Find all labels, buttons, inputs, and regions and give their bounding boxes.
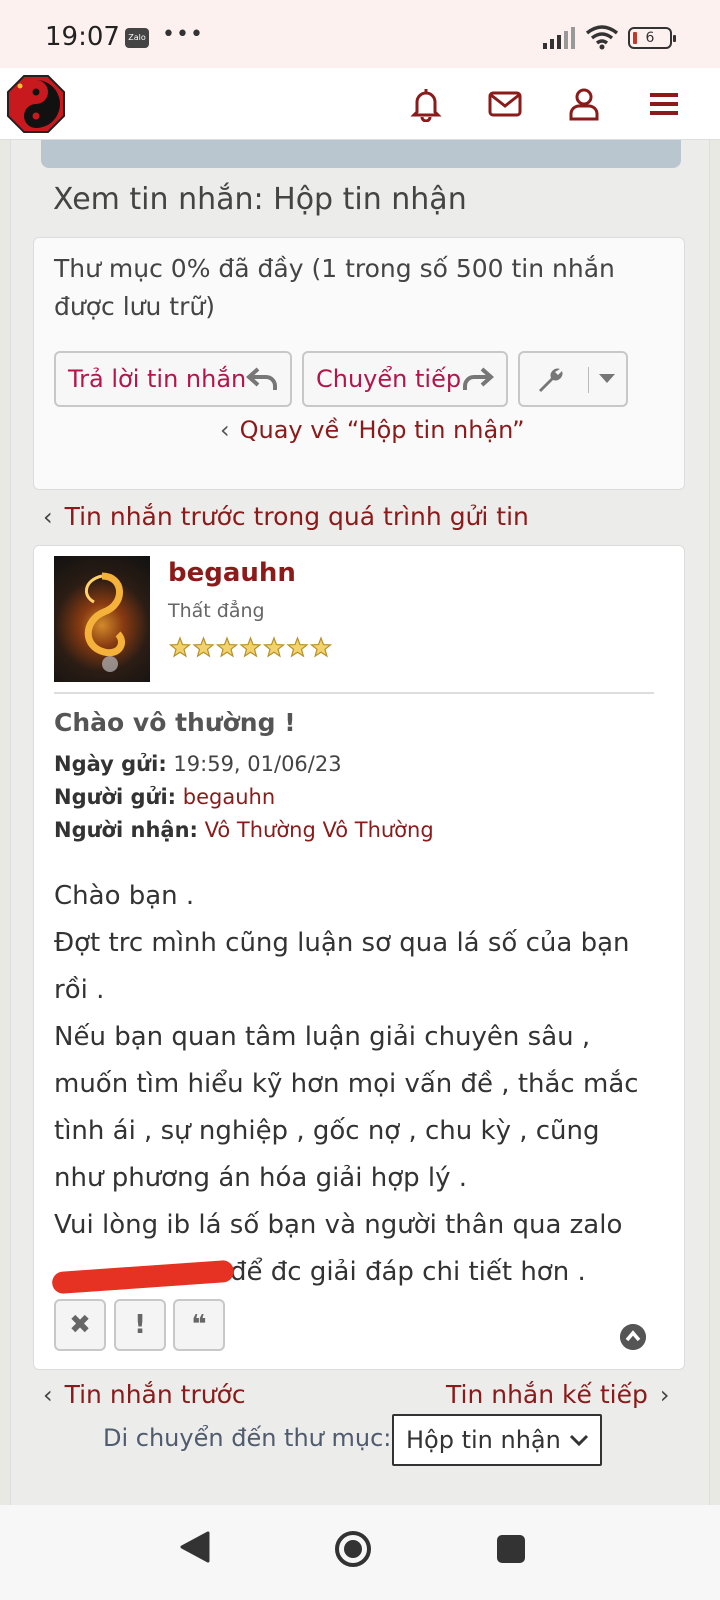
report-icon: ! xyxy=(134,1310,146,1340)
page-container: Xem tin nhắn: Hộp tin nhận Thư mục 0% đã… xyxy=(10,140,710,1505)
reply-button[interactable]: Trả lời tin nhắn xyxy=(54,351,292,407)
battery-icon: 6 xyxy=(628,27,676,49)
system-nav-bar xyxy=(0,1505,720,1600)
status-bar: 19:07 Zalo ••• 6 xyxy=(0,0,720,68)
star-icon xyxy=(309,636,333,658)
message-actions-panel: Thư mục 0% đã đầy (1 trong số 500 tin nh… xyxy=(33,237,685,490)
avatar[interactable] xyxy=(54,556,150,682)
previous-message-link[interactable]: ‹ Tin nhắn trước xyxy=(43,1380,246,1409)
sender-link[interactable]: begauhn xyxy=(183,785,275,809)
delete-button[interactable]: ✖ xyxy=(54,1299,106,1351)
chevron-left-icon: ‹ xyxy=(220,416,230,444)
sent-date-label: Ngày gửi: xyxy=(54,752,167,776)
chevron-left-icon: ‹ xyxy=(43,503,53,531)
dragon-image xyxy=(84,572,125,672)
sender-username[interactable]: begauhn xyxy=(168,558,296,588)
chevron-down-icon xyxy=(599,374,615,383)
message-body: Chào bạn . Đợt trc mình cũng luận sơ qua… xyxy=(54,873,654,1296)
sent-date: Ngày gửi: 19:59, 01/06/23 xyxy=(54,752,342,776)
battery-level: 6 xyxy=(645,30,655,46)
recipient-link[interactable]: Vô Thường Vô Thường xyxy=(205,818,434,842)
recents-icon[interactable] xyxy=(495,1533,527,1565)
reply-icon xyxy=(246,367,277,390)
back-to-inbox-link[interactable]: ‹ Quay về “Hộp tin nhận” xyxy=(220,416,525,444)
logo-icon[interactable] xyxy=(6,74,66,134)
zalo-notification-icon: Zalo xyxy=(125,28,149,48)
signal-icon xyxy=(543,27,575,49)
status-time: 19:07 xyxy=(45,22,120,52)
user-icon[interactable] xyxy=(566,86,602,122)
star-icon xyxy=(239,636,262,658)
folder-select[interactable]: Hộp tin nhận xyxy=(392,1414,602,1466)
mail-icon[interactable] xyxy=(487,86,523,122)
forward-button-label: Chuyển tiếp xyxy=(316,365,462,393)
star-icon xyxy=(286,636,309,658)
more-notifications-icon: ••• xyxy=(162,22,204,47)
report-button[interactable]: ! xyxy=(114,1299,166,1351)
message-line: Vui lòng ib lá số bạn và người thân qua … xyxy=(54,1210,623,1240)
quote-icon: ❝ xyxy=(191,1310,207,1340)
folder-select-value: Hộp tin nhận xyxy=(406,1426,561,1454)
rank-stars xyxy=(168,636,333,658)
message-line: Đợt trc mình cũng luận sơ qua lá số của … xyxy=(54,928,630,1005)
reply-button-label: Trả lời tin nhắn xyxy=(68,365,247,393)
forward-button[interactable]: Chuyển tiếp xyxy=(302,351,508,407)
sender-label: Người gửi: xyxy=(54,785,177,809)
divider xyxy=(54,692,654,694)
sent-date-value: 19:59, 01/06/23 xyxy=(173,752,342,776)
scroll-to-top-icon[interactable] xyxy=(620,1324,646,1350)
message-panel: begauhn Thất đẳng Chào vô thường ! Ngày … xyxy=(33,545,685,1370)
wrench-icon xyxy=(539,368,563,392)
recipient-label: Người nhận: xyxy=(54,818,198,842)
home-icon[interactable] xyxy=(333,1529,373,1569)
message-line: Chào bạn . xyxy=(54,881,195,911)
site-header xyxy=(0,68,720,140)
chevron-left-icon: ‹ xyxy=(43,1381,53,1409)
forward-icon xyxy=(463,367,494,390)
menu-icon[interactable] xyxy=(646,86,682,122)
delete-icon: ✖ xyxy=(69,1310,91,1340)
user-rank: Thất đẳng xyxy=(168,600,265,622)
star-icon xyxy=(192,636,215,658)
wifi-icon xyxy=(585,25,619,50)
recipient: Người nhận: Vô Thường Vô Thường xyxy=(54,818,434,842)
folder-status: Thư mục 0% đã đầy (1 trong số 500 tin nh… xyxy=(54,254,615,321)
move-to-folder-label: Di chuyển đến thư mục: xyxy=(103,1424,392,1452)
sender: Người gửi: begauhn xyxy=(54,785,275,809)
star-icon xyxy=(262,636,286,658)
message-subject: Chào vô thường ! xyxy=(54,708,296,737)
message-line: Nếu bạn quan tâm luận giải chuyên sâu , … xyxy=(54,1022,639,1193)
next-message-label: Tin nhắn kế tiếp xyxy=(446,1380,648,1409)
next-message-link[interactable]: Tin nhắn kế tiếp › xyxy=(446,1380,669,1409)
back-icon[interactable] xyxy=(178,1529,212,1565)
star-icon xyxy=(168,636,192,658)
star-icon xyxy=(215,636,239,658)
bell-icon[interactable] xyxy=(408,86,444,122)
chevron-down-icon xyxy=(569,1434,589,1447)
quote-button[interactable]: ❝ xyxy=(173,1299,225,1351)
previous-message-label: Tin nhắn trước xyxy=(64,1380,246,1409)
previous-in-thread-link[interactable]: ‹ Tin nhắn trước trong quá trình gửi tin xyxy=(43,502,529,531)
back-link-label: Quay về “Hộp tin nhận” xyxy=(239,416,525,444)
chevron-right-icon: › xyxy=(659,1381,670,1409)
previous-in-thread-label: Tin nhắn trước trong quá trình gửi tin xyxy=(64,502,529,531)
notice-bar xyxy=(41,140,681,168)
page-title: Xem tin nhắn: Hộp tin nhận xyxy=(53,182,467,217)
tools-dropdown-button[interactable] xyxy=(518,351,628,407)
